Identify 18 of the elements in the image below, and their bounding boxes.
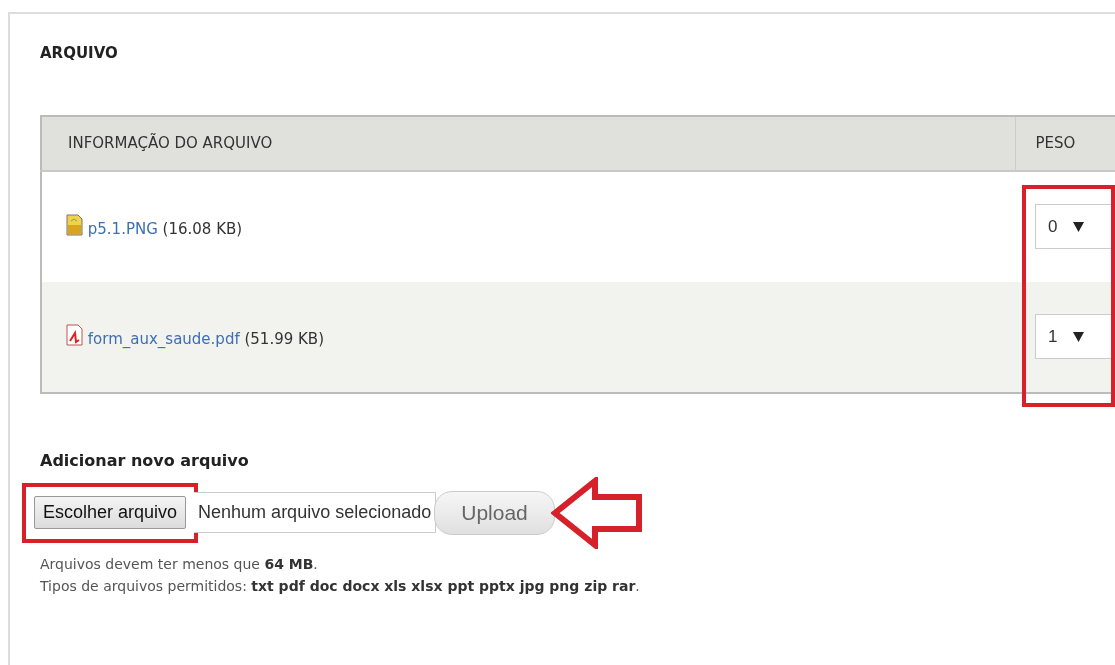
help-text: Tipos de arquivos permitidos: txt pdf doc docx xls xlsx ppt pptx jpg png zip rar.	[40, 576, 641, 596]
caret-icon	[1073, 331, 1085, 342]
help-text: Arquivos devem ter menos que 64 MB.	[40, 554, 319, 574]
caret-icon	[1073, 221, 1085, 232]
choose-file-button[interactable]: Escolher arquivo	[34, 495, 187, 529]
file-link[interactable]: form_aux_saude.pdf	[87, 329, 240, 348]
arrow-icon	[550, 476, 642, 549]
image-file-icon	[66, 213, 83, 236]
field-label: Adicionar novo arquivo	[40, 449, 250, 472]
file-size: (51.99 KB)	[244, 329, 324, 348]
column-header: INFORMAÇÃO DO ARQUIVO	[68, 134, 273, 152]
file-link[interactable]: p5.1.PNG	[87, 219, 158, 238]
column-header: PESO	[1035, 134, 1076, 152]
upload-button[interactable]: Upload	[434, 491, 555, 535]
fieldset-legend: ARQUIVO	[40, 42, 118, 65]
file-size: (16.08 KB)	[162, 219, 243, 238]
pdf-file-icon	[66, 323, 83, 346]
file-status-text: Nenhum arquivo selecionado	[194, 492, 437, 534]
